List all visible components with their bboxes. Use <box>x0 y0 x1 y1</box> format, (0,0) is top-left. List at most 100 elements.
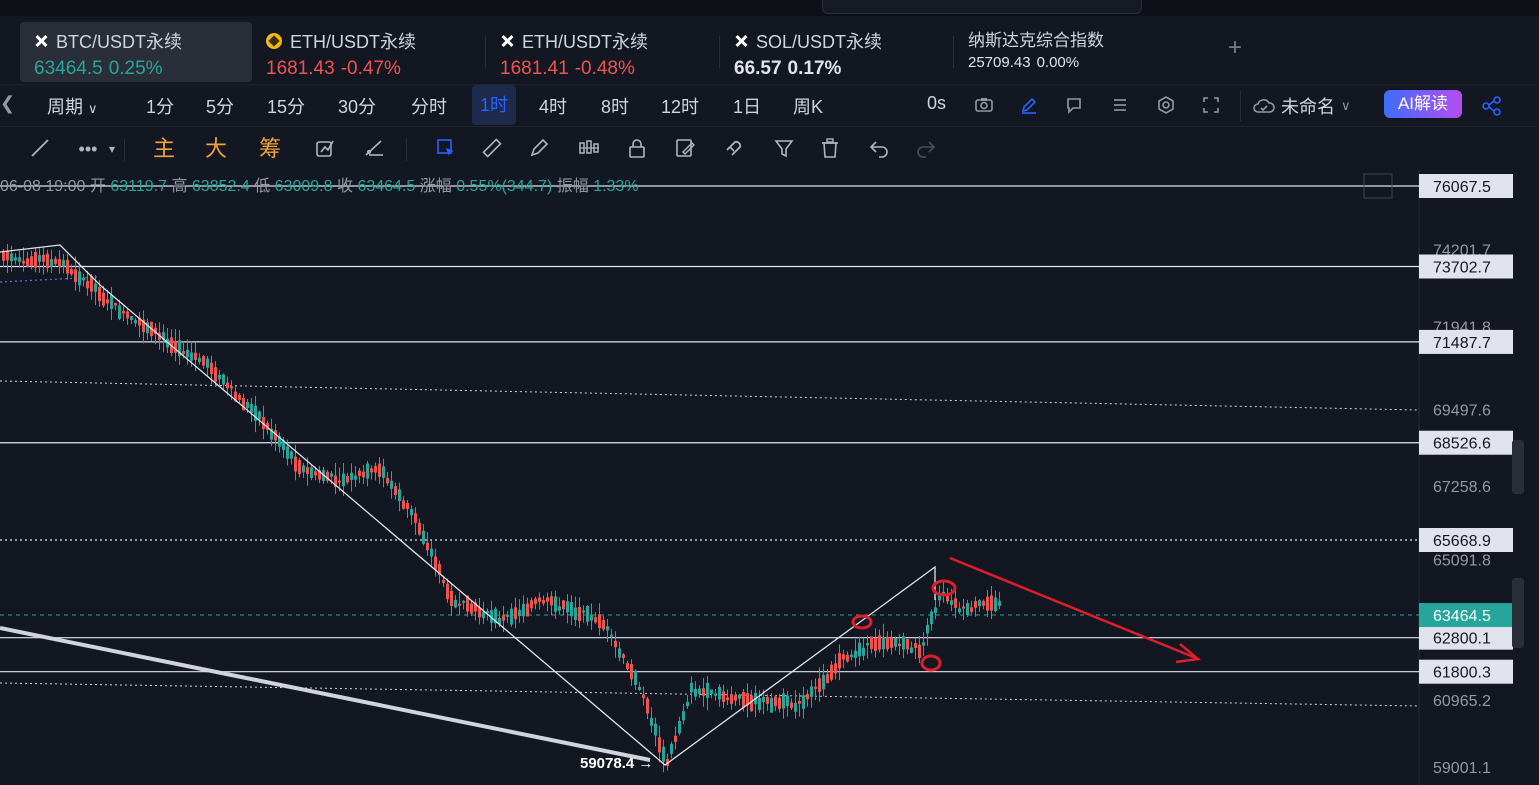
period-item[interactable]: 5分 <box>206 93 234 119</box>
candle-body <box>806 693 809 700</box>
period-item[interactable]: 4时 <box>539 93 567 119</box>
candle-body <box>366 463 369 479</box>
candle-body <box>6 251 9 261</box>
share-icon[interactable] <box>1481 95 1501 116</box>
fullscreen-icon[interactable] <box>1201 95 1221 115</box>
candle-body <box>90 276 93 292</box>
measure-icon[interactable] <box>362 137 386 161</box>
more-icon[interactable]: ••• <box>76 137 100 161</box>
candle-body <box>982 601 985 606</box>
candle-body <box>714 693 717 696</box>
ticker-change: 0.00% <box>1036 54 1080 71</box>
candle-body <box>658 737 661 753</box>
candle-body <box>610 634 613 637</box>
period-item[interactable]: 15分 <box>267 93 305 119</box>
ruler-icon[interactable] <box>480 137 504 161</box>
candle-body <box>522 603 525 617</box>
candle-body <box>966 603 969 615</box>
candle-body <box>878 635 881 650</box>
indicator-chips[interactable]: 筹 <box>258 137 282 161</box>
period-item[interactable]: 1时 <box>472 85 517 125</box>
cursor-select-icon[interactable] <box>434 137 458 161</box>
price-chart[interactable]: 74201.771941.869497.667258.665091.862806… <box>0 170 1539 785</box>
period-item[interactable]: 12时 <box>661 93 699 119</box>
drawing-toolbar: ••• ▾ 主 大 筹 <box>0 126 1539 172</box>
search-box[interactable] <box>822 0 1142 14</box>
redo-icon[interactable] <box>914 137 938 161</box>
ticker-tab-eth-2[interactable]: ETH/USDT永续 1681.41 -0.48% <box>486 22 720 82</box>
candle-body <box>766 696 769 704</box>
candle-body <box>726 697 729 701</box>
trendline-icon[interactable] <box>28 137 52 161</box>
caret-down-icon[interactable]: ▾ <box>100 137 124 161</box>
candle-body <box>870 636 873 649</box>
scroll-handle[interactable] <box>1512 440 1524 494</box>
ticker-change: -0.47% <box>340 58 401 79</box>
candle-body <box>446 583 449 600</box>
trash-icon[interactable] <box>818 137 842 161</box>
comment-icon[interactable] <box>1064 95 1084 115</box>
period-item[interactable]: 8时 <box>601 93 629 119</box>
add-tab-button[interactable]: + <box>1228 34 1242 62</box>
candle-body <box>34 252 37 268</box>
ticker-tab-eth[interactable]: ETH/USDT永续 1681.43 -0.47% <box>252 22 486 82</box>
candle-body <box>662 746 665 762</box>
candle-body <box>970 607 973 612</box>
candle-body <box>342 473 345 487</box>
ticker-tab-nasdaq[interactable]: 纳斯达克综合指数 25709.43 0.00% <box>954 22 1154 82</box>
period-item[interactable]: 1日 <box>733 93 761 119</box>
chevron-down-icon: ∨ <box>88 101 98 116</box>
edit-note-icon[interactable] <box>673 137 697 161</box>
period-item[interactable]: 30分 <box>338 93 376 119</box>
ticker-tab-sol[interactable]: SOL/USDT永续 66.57 0.17% <box>720 22 954 82</box>
candle-body <box>538 597 541 602</box>
magnet-icon[interactable] <box>721 137 745 161</box>
candles-icon[interactable] <box>577 137 601 161</box>
period-item[interactable]: 周K <box>793 93 823 119</box>
ohlc-low-label: 低 <box>254 178 271 195</box>
candle-body <box>330 473 333 477</box>
ticker-tab-btc[interactable]: BTC/USDT永续 63464.5 0.25% <box>20 22 252 82</box>
candle-body <box>338 480 341 483</box>
settings-icon[interactable] <box>1156 95 1176 115</box>
window-top-strip <box>0 0 1539 16</box>
list-icon[interactable] <box>1110 95 1130 115</box>
scroll-handle[interactable] <box>1512 578 1524 648</box>
period-label: 周期 <box>47 97 83 117</box>
candle-body <box>782 693 785 709</box>
candle-body <box>918 644 921 658</box>
camera-icon[interactable] <box>974 95 994 115</box>
period-item[interactable]: 1分 <box>146 93 174 119</box>
divider <box>124 139 125 161</box>
candle-body <box>518 609 521 616</box>
x-icon <box>500 34 514 48</box>
pencil-icon[interactable] <box>1019 95 1039 115</box>
candle-body <box>818 678 821 692</box>
replay-icon[interactable] <box>313 137 337 161</box>
candle-body <box>110 294 113 309</box>
undo-icon[interactable] <box>867 137 891 161</box>
period-item[interactable]: 分时 <box>411 93 447 119</box>
ohlc-change-label: 涨幅 <box>419 178 452 195</box>
chevron-left-icon[interactable]: ❮ <box>0 93 15 114</box>
period-dropdown[interactable]: 周期 ∨ <box>47 93 98 119</box>
candle-body <box>442 579 445 584</box>
candle-body <box>18 257 21 262</box>
candle-body <box>206 358 209 368</box>
candle-body <box>22 260 25 264</box>
candle-body <box>482 611 485 619</box>
filter-icon[interactable] <box>772 137 796 161</box>
indicator-main[interactable]: 主 <box>152 137 176 161</box>
ticker-name: BTC/USDT永续 <box>56 32 182 52</box>
lock-icon[interactable] <box>625 137 649 161</box>
ohlc-amplitude-label: 振幅 <box>556 178 589 195</box>
candle-body <box>730 694 733 704</box>
candle-body <box>702 688 705 697</box>
indicator-large[interactable]: 大 <box>204 137 228 161</box>
ticker-price: 63464.5 <box>34 58 103 79</box>
candle-body <box>638 686 641 691</box>
ai-analysis-button[interactable]: AI解读 <box>1384 90 1462 118</box>
ohlc-open-label: 开 <box>89 178 106 195</box>
brush-icon[interactable] <box>527 137 551 161</box>
layout-dropdown[interactable]: 未命名 ∨ <box>1253 93 1351 119</box>
